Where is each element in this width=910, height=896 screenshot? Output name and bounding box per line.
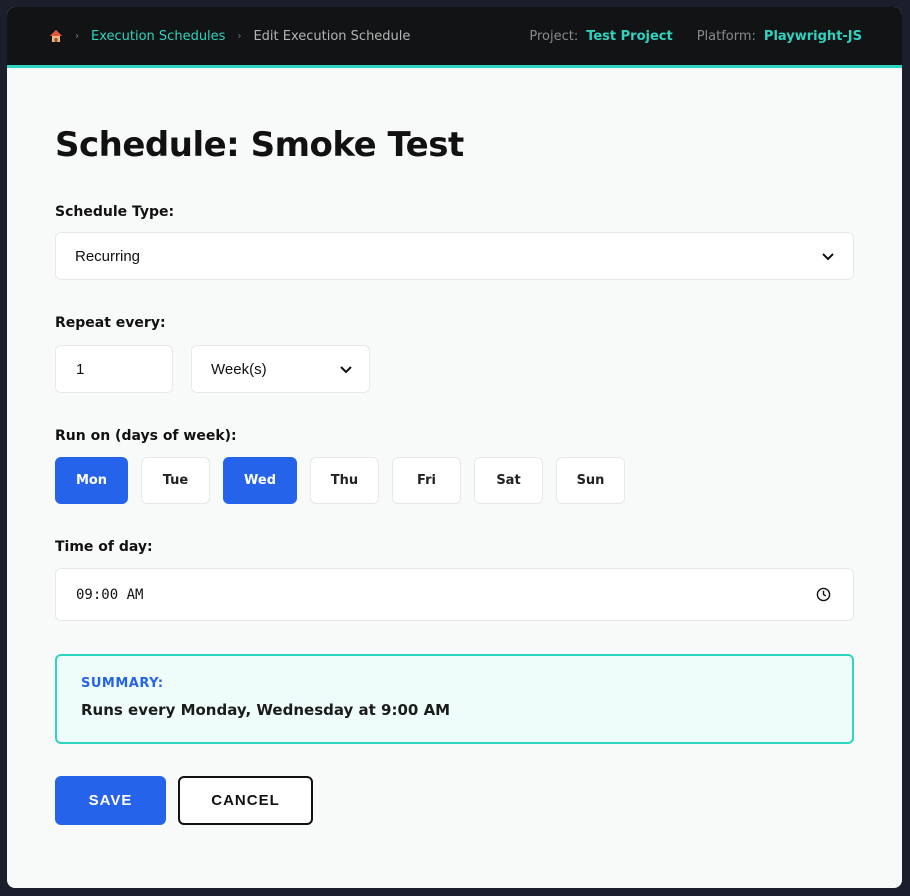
day-label: Wed <box>244 473 276 488</box>
schedule-type-select[interactable]: Recurring <box>55 232 854 280</box>
chevron-down-icon <box>340 366 352 374</box>
top-navigation-bar: › Execution Schedules › Edit Execution S… <box>7 7 902 68</box>
repeat-unit-select[interactable]: Week(s) <box>191 345 370 393</box>
schedule-type-label: Schedule Type: <box>55 204 175 220</box>
day-label: Sat <box>496 473 521 488</box>
chevron-down-icon <box>822 253 834 261</box>
breadcrumb-current-page: Edit Execution Schedule <box>253 28 411 44</box>
repeat-interval-input[interactable]: 1 <box>55 345 173 393</box>
project-label: Project: <box>529 28 579 44</box>
repeat-unit-value: Week(s) <box>211 360 267 378</box>
repeat-row: 1 Week(s) <box>55 345 854 393</box>
platform-value: Playwright-JS <box>763 28 862 44</box>
day-label: Thu <box>330 473 359 488</box>
day-toggle-tue[interactable]: Tue <box>141 457 210 504</box>
platform-label: Platform: <box>696 28 756 44</box>
day-label: Tue <box>162 473 189 488</box>
page-title: Schedule: Smoke Test <box>55 125 464 165</box>
day-toggle-thu[interactable]: Thu <box>310 457 379 504</box>
time-of-day-input[interactable]: 09:00 AM <box>55 568 854 621</box>
repeat-interval-value: 1 <box>76 360 85 378</box>
day-label: Mon <box>75 473 108 488</box>
day-label: Fri <box>417 473 436 488</box>
home-icon[interactable] <box>49 29 63 43</box>
schedule-summary-panel: SUMMARY: Runs every Monday, Wednesday at… <box>55 654 854 744</box>
day-toggle-sun[interactable]: Sun <box>556 457 625 504</box>
day-toggle-sat[interactable]: Sat <box>474 457 543 504</box>
clock-icon[interactable] <box>816 587 831 602</box>
day-toggle-mon[interactable]: Mon <box>55 457 128 504</box>
form-actions: SAVE CANCEL <box>55 776 854 825</box>
app-window: › Execution Schedules › Edit Execution S… <box>7 7 902 888</box>
schedule-type-value: Recurring <box>75 247 141 265</box>
chevron-right-icon: › <box>75 30 79 42</box>
time-of-day-label: Time of day: <box>55 539 153 555</box>
cancel-button[interactable]: CANCEL <box>178 776 313 825</box>
day-toggle-wed[interactable]: Wed <box>223 457 297 504</box>
breadcrumb-execution-schedules[interactable]: Execution Schedules <box>91 29 225 44</box>
days-of-week-group: Mon Tue Wed Thu Fri Sat Sun <box>55 457 854 504</box>
day-toggle-fri[interactable]: Fri <box>392 457 461 504</box>
summary-text: Runs every Monday, Wednesday at 9:00 AM <box>81 701 451 719</box>
summary-title: SUMMARY: <box>81 676 164 691</box>
day-label: Sun <box>576 473 605 488</box>
repeat-every-label: Repeat every: <box>55 315 166 331</box>
time-value: 09:00 AM <box>76 586 144 603</box>
project-value: Test Project <box>586 28 673 44</box>
chevron-right-icon: › <box>237 30 242 42</box>
days-of-week-label: Run on (days of week): <box>55 428 237 444</box>
main-content: Schedule: Smoke Test Schedule Type: Recu… <box>7 124 902 825</box>
save-button[interactable]: SAVE <box>55 776 166 825</box>
